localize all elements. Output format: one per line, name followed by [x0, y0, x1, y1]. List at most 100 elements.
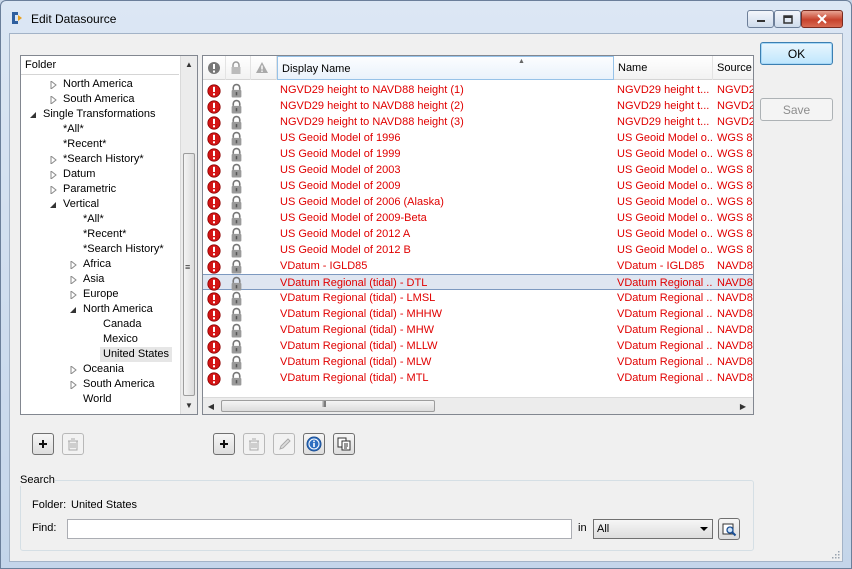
copy-transformation-button[interactable]: [333, 433, 355, 455]
column-header-warning[interactable]: [251, 56, 277, 80]
table-row[interactable]: VDatum Regional (tidal) - MLW VDatum Regi…: [203, 354, 753, 370]
folder-tree-item[interactable]: *Search History*: [83, 242, 164, 257]
collapsed-triangle-icon[interactable]: [50, 96, 57, 104]
folder-tree-item[interactable]: Mexico: [103, 332, 138, 347]
ok-button[interactable]: OK: [760, 42, 833, 65]
collapsed-triangle-icon[interactable]: [50, 156, 57, 164]
collapsed-triangle-icon[interactable]: [50, 81, 57, 89]
collapsed-triangle-icon[interactable]: [70, 366, 77, 374]
name-cell: NGVD29 height t...: [617, 100, 710, 112]
folder-tree-item[interactable]: Vertical: [50, 197, 99, 212]
folder-tree[interactable]: Folder North America South America Single …: [20, 55, 198, 415]
table-row[interactable]: NGVD29 height to NAVD88 height (2) NGVD29…: [203, 98, 753, 114]
folder-tree-item[interactable]: World: [83, 392, 112, 407]
collapsed-triangle-icon[interactable]: [50, 171, 57, 179]
table-row[interactable]: VDatum Regional (tidal) - MLLW VDatum Reg…: [203, 338, 753, 354]
close-button[interactable]: [801, 10, 843, 28]
search-scope-value: All: [597, 523, 610, 535]
folder-tree-item[interactable]: *All*: [63, 122, 84, 137]
search-scope-select[interactable]: All: [593, 519, 713, 539]
save-button[interactable]: Save: [760, 98, 833, 121]
search-group: [20, 480, 754, 551]
maximize-button[interactable]: [774, 10, 801, 28]
expanded-triangle-icon[interactable]: [30, 111, 37, 119]
scroll-grip-label: III: [322, 400, 327, 409]
folder-tree-item-label: *All*: [83, 213, 104, 225]
info-button[interactable]: [303, 433, 325, 455]
title-bar[interactable]: Edit Datasource: [1, 1, 851, 35]
table-row[interactable]: VDatum - IGLD85 VDatum - IGLD85 NAVD88: [203, 258, 753, 274]
folder-tree-item[interactable]: Asia: [70, 272, 104, 287]
scroll-left-arrow-icon[interactable]: ◀: [203, 398, 219, 414]
table-row[interactable]: US Geoid Model of 1996 US Geoid Model o..…: [203, 130, 753, 146]
table-row[interactable]: VDatum Regional (tidal) - MHW VDatum Regi…: [203, 322, 753, 338]
column-header-error[interactable]: [203, 56, 226, 80]
trash-icon: [249, 438, 259, 450]
table-row[interactable]: VDatum Regional (tidal) - DTL VDatum Regi…: [203, 274, 753, 291]
folder-tree-vertical-scrollbar[interactable]: ▲ ≡ ▼: [180, 56, 197, 414]
add-folder-button[interactable]: [32, 433, 54, 455]
display-name-cell: US Geoid Model of 2012 B: [280, 244, 411, 256]
table-row[interactable]: VDatum Regional (tidal) - LMSL VDatum Reg…: [203, 290, 753, 306]
delete-folder-button[interactable]: [62, 433, 84, 455]
expanded-triangle-icon[interactable]: [50, 201, 57, 209]
table-row[interactable]: VDatum Regional (tidal) - MHHW VDatum Reg…: [203, 306, 753, 322]
find-input[interactable]: [67, 519, 572, 539]
table-row[interactable]: NGVD29 height to NAVD88 height (1) NGVD29…: [203, 82, 753, 98]
name-cell: US Geoid Model o...: [617, 228, 713, 240]
column-header-display-name[interactable]: ▲ Display Name: [277, 56, 614, 80]
folder-tree-item[interactable]: *Recent*: [63, 137, 106, 152]
folder-tree-item[interactable]: Europe: [70, 287, 118, 302]
folder-tree-item[interactable]: Datum: [50, 167, 95, 182]
scroll-right-arrow-icon[interactable]: ▶: [735, 398, 751, 414]
scroll-down-arrow-icon[interactable]: ▼: [181, 397, 197, 414]
add-transformation-button[interactable]: [213, 433, 235, 455]
table-row[interactable]: US Geoid Model of 2012 A US Geoid Model o…: [203, 226, 753, 242]
delete-transformation-button[interactable]: [243, 433, 265, 455]
grid-scroll-thumb[interactable]: III: [221, 400, 435, 412]
folder-tree-item[interactable]: *Search History*: [50, 152, 144, 167]
column-header-name[interactable]: Name: [614, 56, 713, 80]
folder-tree-item[interactable]: Canada: [103, 317, 142, 332]
folder-scroll-thumb[interactable]: ≡: [183, 153, 195, 396]
folder-tree-item-label: *Search History*: [63, 153, 144, 165]
scroll-up-arrow-icon[interactable]: ▲: [181, 56, 197, 73]
column-header-lock[interactable]: [226, 56, 251, 80]
resize-grip-icon[interactable]: [830, 549, 840, 559]
edit-transformation-button[interactable]: [273, 433, 295, 455]
folder-tree-item[interactable]: North America: [70, 302, 153, 317]
folder-tree-item[interactable]: Parametric: [50, 182, 116, 197]
table-row[interactable]: US Geoid Model of 2009-Beta US Geoid Mode…: [203, 210, 753, 226]
folder-tree-item[interactable]: *Recent*: [83, 227, 126, 242]
table-row[interactable]: NGVD29 height to NAVD88 height (3) NGVD29…: [203, 114, 753, 130]
table-row[interactable]: US Geoid Model of 1999 US Geoid Model o..…: [203, 146, 753, 162]
grid-horizontal-scrollbar[interactable]: ◀ III ▶: [203, 397, 753, 414]
folder-tree-item[interactable]: United States: [100, 347, 173, 362]
folder-tree-item-label: North America: [83, 303, 153, 315]
search-button[interactable]: [718, 518, 740, 540]
display-name-cell: US Geoid Model of 2009-Beta: [280, 212, 427, 224]
folder-tree-item[interactable]: Africa: [70, 257, 111, 272]
minimize-button[interactable]: [747, 10, 774, 28]
source-cell: NAVD88: [717, 340, 753, 352]
collapsed-triangle-icon[interactable]: [70, 276, 77, 284]
folder-tree-item[interactable]: Oceania: [70, 362, 124, 377]
table-row[interactable]: US Geoid Model of 2003 US Geoid Model o..…: [203, 162, 753, 178]
name-cell: VDatum Regional ...: [617, 324, 713, 336]
folder-tree-item[interactable]: *All*: [83, 212, 104, 227]
transformation-grid[interactable]: ▲ Display Name Name Source NGVD29 height…: [202, 55, 754, 415]
folder-tree-item[interactable]: North America: [50, 77, 133, 92]
folder-tree-item[interactable]: South America: [50, 92, 135, 107]
collapsed-triangle-icon[interactable]: [50, 186, 57, 194]
collapsed-triangle-icon[interactable]: [70, 261, 77, 269]
table-row[interactable]: US Geoid Model of 2009 US Geoid Model o..…: [203, 178, 753, 194]
collapsed-triangle-icon[interactable]: [70, 381, 77, 389]
expanded-triangle-icon[interactable]: [70, 306, 77, 314]
table-row[interactable]: VDatum Regional (tidal) - MTL VDatum Regi…: [203, 370, 753, 386]
column-header-source[interactable]: Source: [713, 56, 753, 80]
collapsed-triangle-icon[interactable]: [70, 291, 77, 299]
folder-tree-item[interactable]: Single Transformations: [30, 107, 156, 122]
folder-tree-item[interactable]: South America: [70, 377, 155, 392]
table-row[interactable]: US Geoid Model of 2006 (Alaska) US Geoid …: [203, 194, 753, 210]
table-row[interactable]: US Geoid Model of 2012 B US Geoid Model o…: [203, 242, 753, 258]
